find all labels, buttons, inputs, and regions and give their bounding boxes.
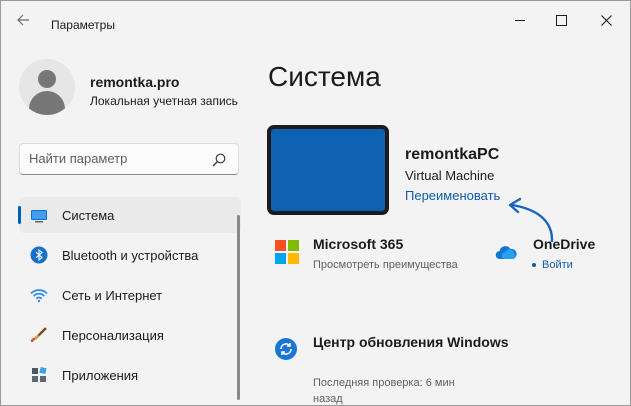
sidebar-item-network[interactable]: Сеть и Интернет — [19, 277, 241, 313]
windows-update-title[interactable]: Центр обновления Windows — [313, 332, 513, 353]
minimize-icon — [515, 19, 525, 21]
monitor-icon — [31, 210, 47, 223]
title-bar: Параметры — [1, 1, 630, 41]
back-arrow-icon[interactable] — [14, 13, 32, 31]
sidebar-item-apps[interactable]: Приложения — [19, 357, 241, 393]
microsoft-365-icon — [275, 240, 299, 264]
windows-update-icon — [275, 338, 297, 360]
close-button[interactable] — [591, 9, 621, 31]
sidebar-item-label: Персонализация — [62, 328, 164, 343]
maximize-button[interactable] — [546, 9, 576, 31]
page-title: Система — [268, 61, 381, 92]
rename-link[interactable]: Переименовать — [405, 188, 500, 203]
window-title: Параметры — [51, 18, 115, 32]
close-icon — [600, 14, 612, 26]
avatar-body — [29, 91, 65, 115]
onedrive-signin-link[interactable]: Войти — [542, 259, 573, 271]
onedrive-title[interactable]: OneDrive — [533, 236, 595, 252]
minimize-button[interactable] — [505, 9, 535, 31]
wifi-icon — [30, 289, 48, 303]
avatar[interactable] — [19, 59, 75, 115]
sidebar-item-label: Система — [62, 208, 115, 223]
sidebar-item-label: Приложения — [62, 368, 139, 383]
device-name: remontkaPC — [405, 146, 500, 163]
sidebar-item-label: Сеть и Интернет — [62, 288, 163, 303]
account-type: Локальная учетная запись — [90, 94, 238, 108]
active-indicator — [18, 206, 21, 224]
sidebar-nav: Система Bluetooth и устройства Сеть и Ин… — [18, 197, 241, 397]
signin-dot-icon — [532, 263, 536, 267]
sidebar-scrollbar[interactable] — [237, 215, 240, 400]
onedrive-icon — [495, 246, 517, 260]
m365-title[interactable]: Microsoft 365 — [313, 236, 403, 252]
sidebar-item-bluetooth[interactable]: Bluetooth и устройства — [19, 237, 241, 273]
m365-subtitle: Просмотреть преимущества — [313, 259, 458, 271]
search-input[interactable] — [29, 151, 209, 166]
user-name: remontka.pro — [90, 74, 180, 90]
settings-window: Параметры remontka.pro Локальная учетная… — [0, 0, 631, 406]
sidebar-item-system[interactable]: Система — [18, 197, 241, 233]
maximize-icon — [555, 14, 567, 26]
windows-update-subtitle: Последняя проверка: 6 мин назад — [313, 377, 455, 405]
bluetooth-icon — [30, 246, 48, 264]
device-preview-image — [267, 125, 389, 215]
device-model: Virtual Machine — [405, 168, 495, 183]
search-icon[interactable] — [212, 153, 226, 167]
brush-icon — [30, 327, 47, 343]
apps-icon — [32, 366, 47, 382]
sidebar-item-label: Bluetooth и устройства — [62, 248, 199, 263]
sidebar-item-personalization[interactable]: Персонализация — [19, 317, 241, 353]
search-box[interactable] — [19, 143, 239, 175]
avatar-head — [38, 70, 56, 88]
